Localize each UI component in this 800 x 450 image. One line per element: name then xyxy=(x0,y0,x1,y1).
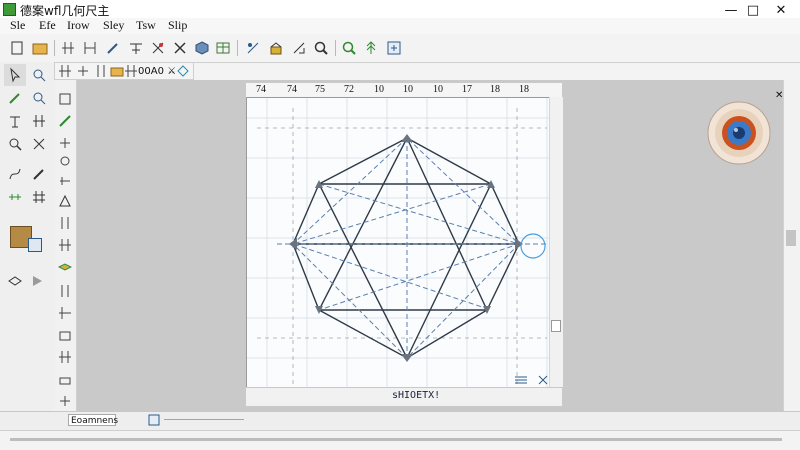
new-page-icon[interactable] xyxy=(8,38,28,58)
scale-icon[interactable] xyxy=(289,38,309,58)
grid-icon[interactable] xyxy=(58,38,78,58)
cut-icon[interactable] xyxy=(148,38,168,58)
sp-tool-8-icon[interactable] xyxy=(56,236,74,254)
sp-tool-5-icon[interactable] xyxy=(56,172,74,190)
sp-tool-15-icon[interactable] xyxy=(56,392,74,410)
table-icon[interactable] xyxy=(213,38,233,58)
sheet-status-text: sHIOEТX! xyxy=(392,390,441,401)
dimension-tool-icon[interactable] xyxy=(4,110,26,132)
sp-tool-4-icon[interactable] xyxy=(56,152,74,170)
status-bar xyxy=(0,411,800,430)
status-field[interactable]: Eoamnens xyxy=(68,414,118,426)
magnify-tool-icon[interactable] xyxy=(28,87,50,109)
app-icon xyxy=(3,3,16,16)
menu-item-3[interactable]: Irow xyxy=(67,18,90,33)
sp-tool-2-icon[interactable] xyxy=(56,112,74,130)
lasso-tool-icon[interactable] xyxy=(28,64,50,86)
ruler-label: 74 xyxy=(287,84,297,95)
bezier-tool-icon[interactable] xyxy=(4,163,26,185)
menu-item-2[interactable]: Efe xyxy=(39,18,56,33)
window-title: 德案wfl几何尺主 xyxy=(20,4,110,18)
mirror-small-icon[interactable] xyxy=(94,64,108,81)
pan-small-icon[interactable] xyxy=(76,64,90,81)
close-button[interactable]: ✕ xyxy=(766,0,796,20)
zoom-readout: 00A0 ⚔ xyxy=(138,66,177,77)
sp-tool-14-icon[interactable] xyxy=(56,370,74,388)
ruler-label: 75 xyxy=(315,84,325,95)
rotate-small-icon[interactable] xyxy=(176,64,190,81)
cross-tool-icon[interactable] xyxy=(28,133,50,155)
intersect-icon[interactable] xyxy=(170,38,190,58)
ruler-label: 74 xyxy=(256,84,266,95)
play-icon[interactable] xyxy=(26,270,48,292)
horizontal-scroll-track[interactable] xyxy=(10,438,782,441)
main-scroll-thumb[interactable] xyxy=(786,230,796,246)
drawing-sheet[interactable] xyxy=(246,97,563,405)
ruler-label: 18 xyxy=(519,84,529,95)
sp-tool-10-icon[interactable] xyxy=(56,282,74,300)
mirror-icon[interactable] xyxy=(126,38,146,58)
status-page-icon[interactable] xyxy=(148,414,162,429)
build-icon[interactable] xyxy=(266,38,286,58)
sp-tool-13-icon[interactable] xyxy=(56,348,74,366)
title-bar xyxy=(0,0,800,20)
sp-tool-3-icon[interactable] xyxy=(56,134,74,152)
ruler-label: 10 xyxy=(433,84,443,95)
tree-icon[interactable] xyxy=(361,38,381,58)
dimension-icon[interactable] xyxy=(80,38,100,58)
parallel-tool-icon[interactable] xyxy=(28,110,50,132)
shape-tool-icon[interactable] xyxy=(4,270,26,292)
open-folder-icon[interactable] xyxy=(30,38,50,58)
ruler-label: 17 xyxy=(462,84,472,95)
folder-small-icon[interactable] xyxy=(110,64,124,81)
search-icon[interactable] xyxy=(311,38,331,58)
grid-small-icon[interactable] xyxy=(58,64,72,81)
toolbar-separator xyxy=(54,40,55,56)
sheet-nav-icon[interactable] xyxy=(536,374,550,389)
ruler-label: 10 xyxy=(403,84,413,95)
ruler-label: 18 xyxy=(490,84,500,95)
ruler-label: 72 xyxy=(344,84,354,95)
sp-tool-12-icon[interactable] xyxy=(56,326,74,344)
brush-tool-icon[interactable] xyxy=(28,163,50,185)
select-tool-icon[interactable] xyxy=(4,64,26,86)
ruler-label: 10 xyxy=(374,84,384,95)
sheet-vertical-scrollbar[interactable] xyxy=(549,97,563,387)
sp-tool-11-icon[interactable] xyxy=(56,304,74,322)
export-icon[interactable] xyxy=(384,38,404,58)
menu-item-6[interactable]: Slip xyxy=(168,18,187,33)
sp-tool-1-icon[interactable] xyxy=(56,90,74,108)
view-navigation-wheel[interactable] xyxy=(706,100,772,166)
menu-item-1[interactable]: Sle xyxy=(10,18,25,33)
zoom-tool-icon[interactable] xyxy=(4,133,26,155)
triangle-tool-icon[interactable] xyxy=(56,192,74,210)
measure-icon[interactable] xyxy=(243,38,263,58)
layers-tool-icon[interactable] xyxy=(56,258,74,276)
grid-tool-icon[interactable] xyxy=(28,186,50,208)
sheet-list-icon[interactable] xyxy=(514,374,528,389)
pencil-tool-icon[interactable] xyxy=(4,87,26,109)
grid2-small-icon[interactable] xyxy=(124,64,138,81)
status-divider xyxy=(164,419,244,420)
sp-tool-7-icon[interactable] xyxy=(56,214,74,232)
sheet-scroll-thumb[interactable] xyxy=(551,320,561,332)
main-vertical-scrollbar[interactable] xyxy=(783,80,800,420)
secondary-color-swatch[interactable] xyxy=(28,238,42,252)
geometry-drawing xyxy=(247,98,563,388)
toolbar-separator xyxy=(237,40,238,56)
constraint-tool-icon[interactable] xyxy=(4,186,26,208)
cube-icon[interactable] xyxy=(192,38,212,58)
pen-icon[interactable] xyxy=(103,38,123,58)
toolbar-separator xyxy=(335,40,336,56)
menu-item-4[interactable]: Sley xyxy=(103,18,124,33)
zoom-icon[interactable] xyxy=(339,38,359,58)
menu-item-5[interactable]: Tsw xyxy=(136,18,156,33)
maximize-button[interactable]: □ xyxy=(738,0,768,20)
